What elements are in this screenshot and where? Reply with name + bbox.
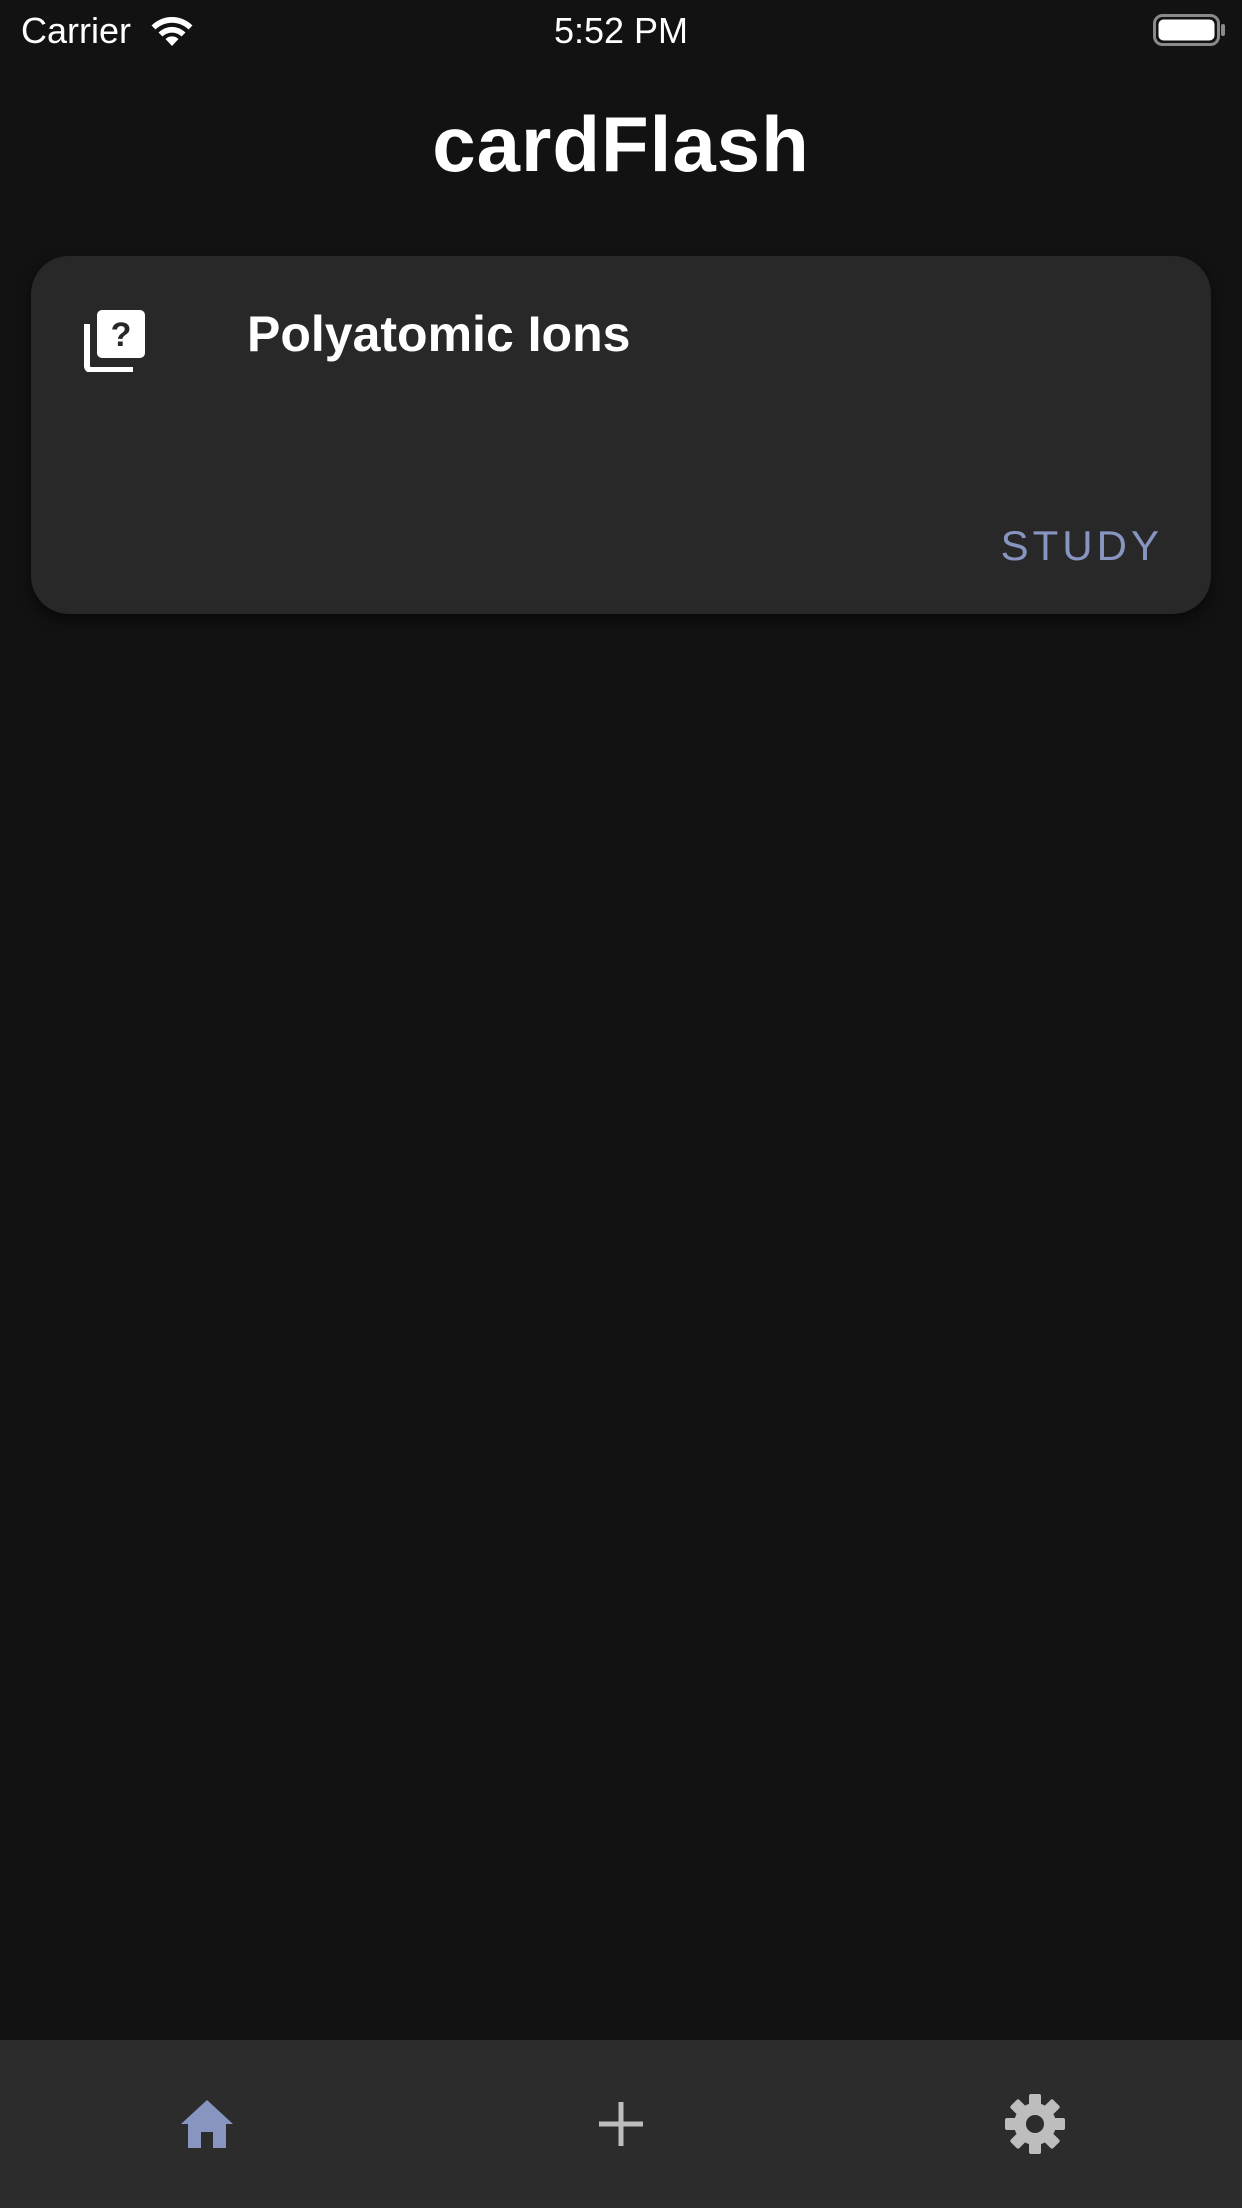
nav-home-button[interactable] [107,2040,307,2208]
nav-settings-button[interactable] [935,2040,1135,2208]
page-title: cardFlash [432,100,810,188]
status-bar: Carrier 5:52 PM [0,0,1242,62]
study-button[interactable]: STUDY [993,510,1171,582]
deck-card[interactable]: ? Polyatomic Ions STUDY [31,256,1211,614]
gear-icon [1004,2093,1066,2155]
nav-add-button[interactable] [521,2040,721,2208]
deck-title: Polyatomic Ions [247,306,631,362]
svg-text:?: ? [111,316,132,354]
quiz-icon: ? [83,308,147,373]
bottom-nav [0,2040,1242,2208]
home-icon [179,2098,235,2150]
battery-icon [1153,14,1227,46]
add-icon [599,2102,643,2146]
status-time: 5:52 PM [553,10,689,51]
